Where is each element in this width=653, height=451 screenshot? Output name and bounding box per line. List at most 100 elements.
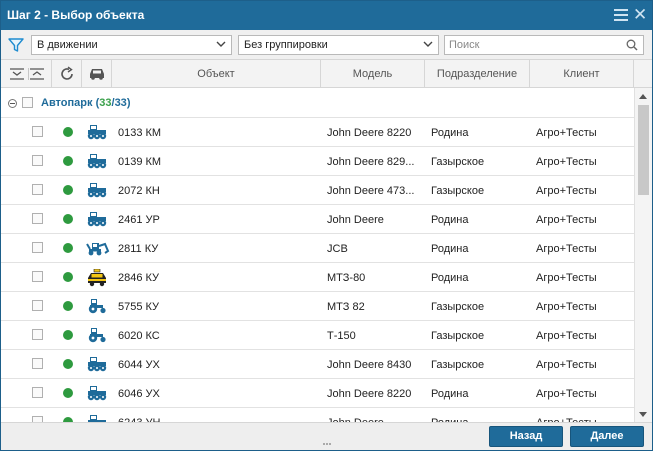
menu-icon[interactable]	[614, 9, 628, 21]
table-row[interactable]: 2846 КУ МТЗ-80 Родина Агро+Тесты	[1, 262, 634, 291]
object-model: John Deere 829...	[327, 156, 415, 168]
tractor-icon	[86, 385, 108, 404]
online-status-icon	[63, 301, 73, 311]
object-model: МТЗ 82	[327, 301, 365, 313]
collapse-group-icon[interactable]	[8, 99, 17, 108]
refresh-header[interactable]	[52, 60, 82, 87]
grouping-select-value: Без группировки	[244, 39, 328, 51]
object-model: JCB	[327, 243, 348, 255]
title-bar: Шаг 2 - Выбор объекта ✕	[1, 1, 652, 30]
status-select-value: В движении	[37, 39, 98, 51]
object-client: Агро+Тесты	[536, 330, 597, 342]
excavator-icon	[86, 240, 110, 259]
object-client: Агро+Тесты	[536, 243, 597, 255]
status-select[interactable]: В движении	[31, 35, 232, 55]
chevron-down-icon	[423, 41, 433, 47]
grid-header: Объект Модель Подразделение Клиент	[1, 60, 652, 88]
object-division: Газырское	[431, 301, 485, 313]
column-client[interactable]: Клиент	[530, 60, 634, 87]
row-checkbox[interactable]	[32, 242, 43, 253]
object-name: 2811 КУ	[118, 243, 159, 255]
scroll-down-icon[interactable]	[639, 412, 647, 417]
close-icon[interactable]: ✕	[633, 6, 647, 23]
object-name: 6044 УХ	[118, 359, 160, 371]
next-button[interactable]: Далее	[570, 426, 644, 447]
object-model: John Deere 8220	[327, 388, 412, 400]
tractor-icon	[86, 124, 108, 143]
table-row[interactable]: 5755 КУ МТЗ 82 Газырское Агро+Тесты	[1, 291, 634, 320]
select-object-dialog: Шаг 2 - Выбор объекта ✕ В движении Без г…	[0, 0, 653, 451]
online-status-icon	[63, 243, 73, 253]
object-division: Родина	[431, 214, 469, 226]
row-checkbox[interactable]	[32, 300, 43, 311]
table-row[interactable]: 0139 КМ John Deere 829... Газырское Агро+Те…	[1, 146, 634, 175]
vertical-scrollbar[interactable]	[634, 88, 652, 422]
object-name: 0139 КМ	[118, 156, 162, 168]
row-checkbox[interactable]	[32, 184, 43, 195]
table-row[interactable]: 6046 УХ John Deere 8220 Родина Агро+Тесты	[1, 378, 634, 407]
object-name: 2846 КУ	[118, 272, 160, 284]
scroll-thumb[interactable]	[638, 105, 649, 195]
row-checkbox[interactable]	[32, 126, 43, 137]
search-input[interactable]	[449, 38, 619, 52]
tractor-icon	[86, 211, 108, 230]
online-status-icon	[63, 272, 73, 282]
object-client: Агро+Тесты	[536, 185, 597, 197]
row-checkbox[interactable]	[32, 387, 43, 398]
back-button[interactable]: Назад	[489, 426, 563, 447]
row-checkbox[interactable]	[32, 213, 43, 224]
expand-collapse-header[interactable]	[1, 60, 52, 87]
object-grid: Автопарк (33/33) 0133 КМ John Deere 8220 Р…	[1, 88, 634, 422]
row-checkbox[interactable]	[32, 155, 43, 166]
row-checkbox[interactable]	[32, 271, 43, 282]
online-status-icon	[63, 214, 73, 224]
row-checkbox[interactable]	[32, 329, 43, 340]
group-row[interactable]: Автопарк (33/33)	[1, 88, 634, 117]
object-name: 5755 КУ	[118, 301, 160, 313]
group-name: Автопарк (33/33)	[41, 97, 131, 109]
vehicle-type-header[interactable]	[82, 60, 112, 87]
online-status-icon	[63, 359, 73, 369]
table-row[interactable]: 2811 КУ JCB Родина Агро+Тесты	[1, 233, 634, 262]
object-client: Агро+Тесты	[536, 359, 597, 371]
object-model: John Deere 473...	[327, 185, 415, 197]
object-division: Родина	[431, 243, 469, 255]
object-name: 6046 УХ	[118, 388, 160, 400]
online-status-icon	[63, 185, 73, 195]
object-division: Родина	[431, 127, 469, 139]
refresh-icon[interactable]	[59, 66, 75, 82]
column-model[interactable]: Модель	[321, 60, 425, 87]
table-row[interactable]: 6020 КС Т-150 Газырское Агро+Тесты	[1, 320, 634, 349]
object-model: John Deere 8220	[327, 127, 412, 139]
object-name: 2461 УР	[118, 214, 160, 226]
object-name: 0133 КМ	[118, 127, 162, 139]
object-division: Родина	[431, 388, 469, 400]
small-tractor-icon	[86, 298, 108, 317]
table-row[interactable]: 6243 УНJohn DeereРодинаАгро+Тесты	[1, 407, 634, 422]
object-division: Газырское	[431, 330, 485, 342]
online-status-icon	[63, 127, 73, 137]
search-icon[interactable]	[626, 39, 638, 51]
small-tractor-icon	[86, 327, 108, 346]
table-row[interactable]: 6044 УХ John Deere 8430 Газырское Агро+Тест…	[1, 349, 634, 378]
scroll-up-icon[interactable]	[639, 94, 647, 99]
filter-icon[interactable]	[8, 37, 24, 53]
table-row[interactable]: 2072 КН John Deere 473... Газырское Агро+Те…	[1, 175, 634, 204]
table-row[interactable]: 0133 КМ John Deere 8220 Родина Агро+Тесты	[1, 117, 634, 146]
object-model: МТЗ-80	[327, 272, 366, 284]
online-status-icon	[63, 330, 73, 340]
table-row[interactable]: 2461 УР John Deere Родина Агро+Тесты	[1, 204, 634, 233]
grouping-select[interactable]: Без группировки	[238, 35, 439, 55]
object-division: Газырское	[431, 359, 485, 371]
group-selected-count: 33	[99, 97, 112, 109]
column-object[interactable]: Объект	[112, 60, 321, 87]
group-checkbox[interactable]	[22, 97, 33, 108]
tractor-icon	[86, 182, 108, 201]
column-division[interactable]: Подразделение	[425, 60, 530, 87]
tractor-icon	[86, 153, 108, 172]
taxi-icon	[86, 268, 108, 290]
resize-grip-icon[interactable]	[323, 443, 331, 446]
expand-collapse-icon[interactable]	[9, 66, 45, 82]
object-client: Агро+Тесты	[536, 272, 597, 284]
row-checkbox[interactable]	[32, 358, 43, 369]
